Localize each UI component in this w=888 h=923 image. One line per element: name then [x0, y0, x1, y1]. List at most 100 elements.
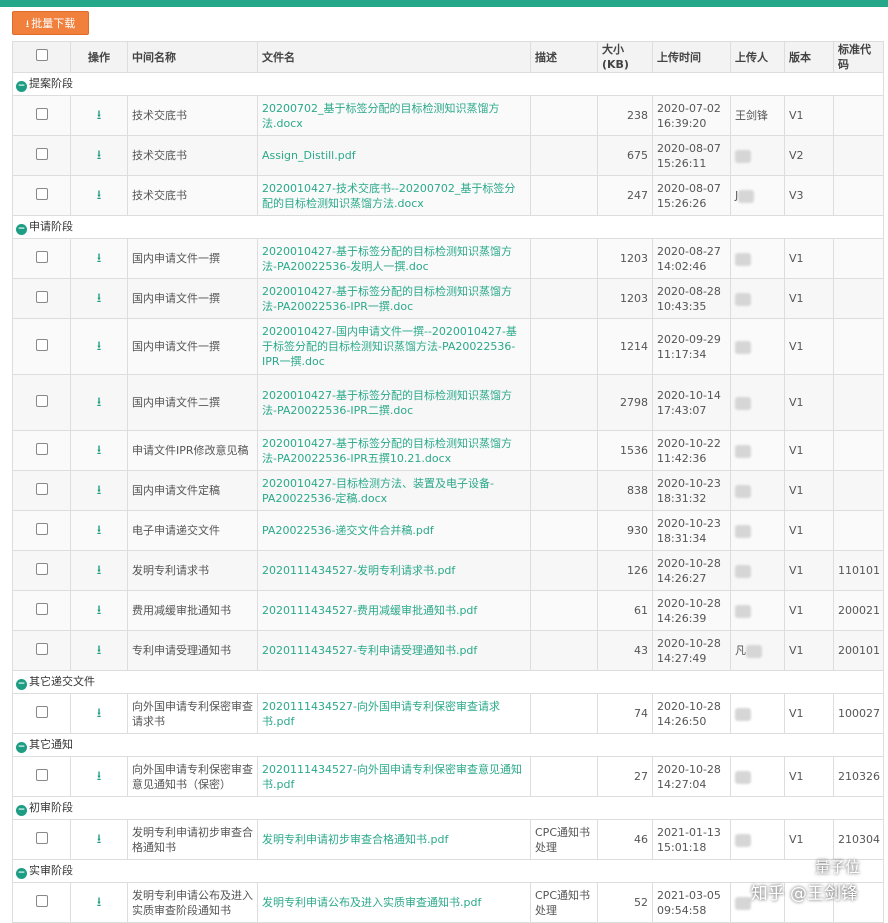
row-checkbox[interactable]: [35, 482, 48, 495]
row-action-cell[interactable]: ⭳: [70, 630, 128, 671]
row-checkbox[interactable]: [35, 522, 48, 535]
row-checkbox[interactable]: [35, 250, 48, 263]
row-action-cell[interactable]: ⭳: [70, 430, 128, 471]
row-select-cell[interactable]: [12, 756, 71, 797]
row-file-link[interactable]: 2020010427-技术交底书--20200702_基于标签分配的目标检测知识…: [257, 175, 531, 216]
row-checkbox[interactable]: [35, 562, 48, 575]
row-checkbox[interactable]: [35, 107, 48, 120]
row-select-cell[interactable]: [12, 630, 71, 671]
row-action-cell[interactable]: ⭳: [70, 175, 128, 216]
download-icon[interactable]: ⭳: [97, 895, 102, 910]
select-all-checkbox[interactable]: [35, 49, 48, 61]
group-header[interactable]: − 提案阶段: [12, 72, 884, 96]
row-file-link[interactable]: 2020111434527-发明专利请求书.pdf: [257, 550, 531, 591]
download-icon[interactable]: ⭳: [97, 148, 102, 163]
row-file-link[interactable]: 2020010427-基于标签分配的目标检测知识蒸馏方法-PA20022536-…: [257, 278, 531, 319]
row-checkbox[interactable]: [35, 187, 48, 200]
row-action-cell[interactable]: ⭳: [70, 95, 128, 136]
row-select-cell[interactable]: [12, 374, 71, 431]
row-select-cell[interactable]: [12, 550, 71, 591]
batch-download-button[interactable]: ⭳ 批量下载: [12, 11, 89, 35]
row-select-cell[interactable]: [12, 590, 71, 631]
group-header-cell[interactable]: − 提案阶段: [12, 72, 884, 96]
collapse-icon[interactable]: −: [16, 679, 27, 690]
row-checkbox[interactable]: [35, 442, 48, 455]
row-action-cell[interactable]: ⭳: [70, 756, 128, 797]
row-select-cell[interactable]: [12, 510, 71, 551]
row-action-cell[interactable]: ⭳: [70, 819, 128, 860]
row-action-cell[interactable]: ⭳: [70, 550, 128, 591]
row-select-cell[interactable]: [12, 238, 71, 279]
row-select-cell[interactable]: [12, 318, 71, 375]
row-action-cell[interactable]: ⭳: [70, 374, 128, 431]
row-file-link[interactable]: 2020111434527-向外国申请专利保密审查请求书.pdf: [257, 693, 531, 734]
row-action-cell[interactable]: ⭳: [70, 510, 128, 551]
row-select-cell[interactable]: [12, 819, 71, 860]
collapse-icon[interactable]: −: [16, 742, 27, 753]
row-checkbox[interactable]: [35, 705, 48, 718]
row-file-link[interactable]: 2020010427-基于标签分配的目标检测知识蒸馏方法-PA20022536-…: [257, 430, 531, 471]
row-file-link[interactable]: 2020010427-国内申请文件一撰--2020010427-基于标签分配的目…: [257, 318, 531, 375]
row-checkbox[interactable]: [35, 768, 48, 781]
row-checkbox[interactable]: [35, 394, 48, 407]
row-select-cell[interactable]: [12, 95, 71, 136]
download-icon[interactable]: ⭳: [97, 563, 102, 578]
collapse-icon[interactable]: −: [16, 868, 27, 879]
download-icon[interactable]: ⭳: [97, 706, 102, 721]
row-select-cell[interactable]: [12, 430, 71, 471]
row-action-cell[interactable]: ⭳: [70, 318, 128, 375]
row-checkbox[interactable]: [35, 831, 48, 844]
download-icon[interactable]: ⭳: [97, 108, 102, 123]
row-action-cell[interactable]: ⭳: [70, 693, 128, 734]
download-icon[interactable]: ⭳: [97, 483, 102, 498]
row-action-cell[interactable]: ⭳: [70, 135, 128, 176]
collapse-icon[interactable]: −: [16, 81, 27, 92]
row-select-cell[interactable]: [12, 882, 71, 923]
row-file-link[interactable]: 发明专利申请初步审查合格通知书.pdf: [257, 819, 531, 860]
download-icon[interactable]: ⭳: [97, 395, 102, 410]
row-select-cell[interactable]: [12, 135, 71, 176]
row-select-cell[interactable]: [12, 693, 71, 734]
row-select-cell[interactable]: [12, 278, 71, 319]
row-file-link[interactable]: 2020010427-基于标签分配的目标检测知识蒸馏方法-PA20022536-…: [257, 238, 531, 279]
download-icon[interactable]: ⭳: [97, 643, 102, 658]
row-file-link[interactable]: 2020010427-基于标签分配的目标检测知识蒸馏方法-PA20022536-…: [257, 374, 531, 431]
download-icon[interactable]: ⭳: [97, 291, 102, 306]
group-header[interactable]: − 其它通知: [12, 733, 884, 757]
group-header-cell[interactable]: − 初审阶段: [12, 796, 884, 820]
download-icon[interactable]: ⭳: [97, 603, 102, 618]
download-icon[interactable]: ⭳: [97, 832, 102, 847]
row-action-cell[interactable]: ⭳: [70, 278, 128, 319]
group-header-cell[interactable]: − 其它通知: [12, 733, 884, 757]
group-header[interactable]: − 其它递交文件: [12, 670, 884, 694]
row-checkbox[interactable]: [35, 602, 48, 615]
group-header-cell[interactable]: − 申请阶段: [12, 215, 884, 239]
download-icon[interactable]: ⭳: [97, 443, 102, 458]
row-file-link[interactable]: 2020111434527-专利申请受理通知书.pdf: [257, 630, 531, 671]
row-select-cell[interactable]: [12, 175, 71, 216]
collapse-icon[interactable]: −: [16, 805, 27, 816]
row-file-link[interactable]: Assign_Distill.pdf: [257, 135, 531, 176]
row-action-cell[interactable]: ⭳: [70, 470, 128, 511]
download-icon[interactable]: ⭳: [97, 251, 102, 266]
group-header-cell[interactable]: − 其它递交文件: [12, 670, 884, 694]
row-action-cell[interactable]: ⭳: [70, 238, 128, 279]
row-file-link[interactable]: 发明专利申请公布及进入实质审查通知书.pdf: [257, 882, 531, 923]
row-file-link[interactable]: 2020111434527-费用减缓审批通知书.pdf: [257, 590, 531, 631]
row-file-link[interactable]: 2020111434527-向外国申请专利保密审查意见通知书.pdf: [257, 756, 531, 797]
group-header[interactable]: − 申请阶段: [12, 215, 884, 239]
row-checkbox[interactable]: [35, 290, 48, 303]
download-icon[interactable]: ⭳: [97, 769, 102, 784]
row-file-link[interactable]: 20200702_基于标签分配的目标检测知识蒸馏方法.docx: [257, 95, 531, 136]
collapse-icon[interactable]: −: [16, 224, 27, 235]
row-checkbox[interactable]: [35, 338, 48, 351]
download-icon[interactable]: ⭳: [97, 523, 102, 538]
row-action-cell[interactable]: ⭳: [70, 590, 128, 631]
row-checkbox[interactable]: [35, 147, 48, 160]
row-file-link[interactable]: 2020010427-目标检测方法、装置及电子设备-PA20022536-定稿.…: [257, 470, 531, 511]
row-checkbox[interactable]: [35, 894, 48, 907]
download-icon[interactable]: ⭳: [97, 339, 102, 354]
row-file-link[interactable]: PA20022536-递交文件合并稿.pdf: [257, 510, 531, 551]
download-icon[interactable]: ⭳: [97, 188, 102, 203]
select-all-cell[interactable]: [12, 41, 71, 73]
